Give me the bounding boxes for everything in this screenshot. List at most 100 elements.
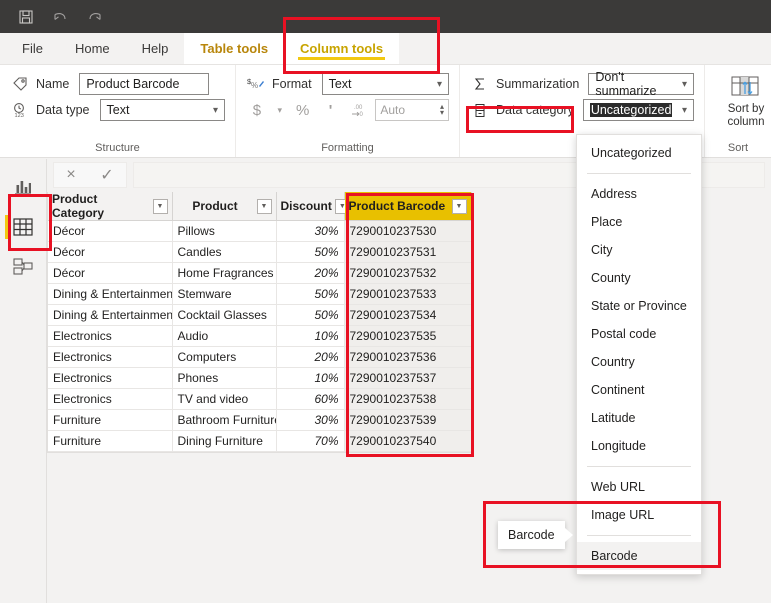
column-header-product-category[interactable]: Product Category ▼ <box>48 192 173 221</box>
undo-icon[interactable] <box>50 7 70 27</box>
tab-home[interactable]: Home <box>59 33 126 64</box>
table-row[interactable]: Décor Pillows 30% 7290010237530 <box>48 220 472 242</box>
table-cell[interactable]: Pillows <box>172 220 277 242</box>
table-cell[interactable]: 10% <box>276 367 345 389</box>
currency-chevron-down-icon[interactable]: ▾ <box>274 100 286 120</box>
table-cell[interactable]: Computers <box>172 346 277 368</box>
table-cell[interactable]: Audio <box>172 325 277 347</box>
tab-column-tools[interactable]: Column tools <box>284 33 400 64</box>
table-cell[interactable]: 30% <box>276 409 345 431</box>
table-row[interactable]: Furniture Bathroom Furniture 30% 7290010237… <box>48 409 472 431</box>
table-cell[interactable]: Candles <box>172 241 277 263</box>
table-row[interactable]: Furniture Dining Furniture 70% 729001023754… <box>48 430 472 452</box>
table-cell[interactable]: 7290010237536 <box>344 346 472 368</box>
menu-item-latitude[interactable]: Latitude <box>577 404 701 432</box>
table-row[interactable]: Electronics Computers 20% 7290010237536 <box>48 346 472 368</box>
table-cell[interactable]: Electronics <box>48 388 173 410</box>
decimals-stepper[interactable]: Auto ▴ ▾ <box>375 99 449 121</box>
table-cell[interactable]: 20% <box>276 346 345 368</box>
save-icon[interactable] <box>16 7 36 27</box>
table-cell[interactable]: 50% <box>276 241 345 263</box>
stepper-arrows-icon[interactable]: ▴ ▾ <box>440 103 444 117</box>
table-cell[interactable]: Electronics <box>48 346 173 368</box>
table-cell[interactable]: Electronics <box>48 325 173 347</box>
table-row[interactable]: Dining & Entertainment Stemware 50% 7290010… <box>48 283 472 305</box>
table-cell[interactable]: Home Fragrances <box>172 262 277 284</box>
table-cell[interactable]: 7290010237531 <box>344 241 472 263</box>
format-dropdown[interactable]: Text ▾ <box>321 73 449 95</box>
menu-item-country[interactable]: Country <box>577 348 701 376</box>
datatype-dropdown[interactable]: Text ▾ <box>99 99 225 121</box>
table-cell[interactable]: 7290010237537 <box>344 367 472 389</box>
menu-item-continent[interactable]: Continent <box>577 376 701 404</box>
table-cell[interactable]: 7290010237535 <box>344 325 472 347</box>
table-cell[interactable]: Décor <box>48 262 173 284</box>
table-cell[interactable]: Dining & Entertainment <box>48 283 173 305</box>
column-header-product-barcode[interactable]: Product Barcode ▼ <box>344 192 472 221</box>
table-cell[interactable]: Phones <box>172 367 277 389</box>
menu-item-uncategorized[interactable]: Uncategorized <box>577 139 701 167</box>
menu-item-city[interactable]: City <box>577 236 701 264</box>
table-cell[interactable]: Décor <box>48 220 173 242</box>
table-row[interactable]: Electronics Audio 10% 7290010237535 <box>48 325 472 347</box>
table-cell[interactable]: 30% <box>276 220 345 242</box>
menu-item-image-url[interactable]: Image URL <box>577 501 701 529</box>
table-row[interactable]: Electronics TV and video 60% 7290010237538 <box>48 388 472 410</box>
name-input[interactable]: Product Barcode <box>79 73 210 95</box>
confirm-icon[interactable]: ✓ <box>100 165 113 185</box>
table-cell[interactable]: Furniture <box>48 409 173 431</box>
menu-item-web-url[interactable]: Web URL <box>577 473 701 501</box>
data-category-dropdown[interactable]: Uncategorized ▾ <box>582 99 694 121</box>
tab-help[interactable]: Help <box>126 33 185 64</box>
table-cell[interactable]: 7290010237530 <box>344 220 472 242</box>
table-cell[interactable]: Dining & Entertainment <box>48 304 173 326</box>
table-cell[interactable]: Stemware <box>172 283 277 305</box>
cancel-icon[interactable]: × <box>66 166 75 184</box>
decimal-places-button[interactable]: .00 0 <box>348 100 370 120</box>
menu-item-postal-code[interactable]: Postal code <box>577 320 701 348</box>
table-cell[interactable]: 50% <box>276 304 345 326</box>
table-cell[interactable]: TV and video <box>172 388 277 410</box>
redo-icon[interactable] <box>84 7 104 27</box>
table-cell[interactable]: 7290010237532 <box>344 262 472 284</box>
menu-item-longitude[interactable]: Longitude <box>577 432 701 460</box>
column-header-product[interactable]: Product ▼ <box>172 192 277 221</box>
tab-table-tools[interactable]: Table tools <box>184 33 285 64</box>
table-cell[interactable]: Electronics <box>48 367 173 389</box>
table-cell[interactable]: 70% <box>276 430 345 452</box>
percent-button[interactable]: % <box>292 100 314 120</box>
table-cell[interactable]: Dining Furniture <box>172 430 277 452</box>
currency-button[interactable]: $ <box>246 100 268 120</box>
menu-item-address[interactable]: Address <box>577 180 701 208</box>
table-cell[interactable]: 10% <box>276 325 345 347</box>
table-cell[interactable]: 7290010237533 <box>344 283 472 305</box>
table-cell[interactable]: 7290010237538 <box>344 388 472 410</box>
table-cell[interactable]: 7290010237540 <box>344 430 472 452</box>
table-cell[interactable]: Furniture <box>48 430 173 452</box>
table-row[interactable]: Electronics Phones 10% 7290010237537 <box>48 367 472 389</box>
filter-icon[interactable]: ▼ <box>451 198 467 214</box>
table-cell[interactable]: Bathroom Furniture <box>172 409 277 431</box>
sidebar-item-report-view[interactable] <box>0 167 46 207</box>
tab-file[interactable]: File <box>6 33 59 64</box>
table-cell[interactable]: 7290010237534 <box>344 304 472 326</box>
table-row[interactable]: Dining & Entertainment Cocktail Glasses 50… <box>48 304 472 326</box>
sidebar-item-model-view[interactable] <box>0 247 46 287</box>
table-row[interactable]: Décor Candles 50% 7290010237531 <box>48 241 472 263</box>
data-category-menu[interactable]: Uncategorized Address Place City County State… <box>576 134 702 575</box>
filter-icon[interactable]: ▼ <box>152 198 168 214</box>
summarization-dropdown[interactable]: Don't summarize ▾ <box>588 70 694 98</box>
menu-item-place[interactable]: Place <box>577 208 701 236</box>
sort-by-column-button[interactable]: Sort by column <box>715 71 771 129</box>
table-cell[interactable]: 20% <box>276 262 345 284</box>
menu-item-county[interactable]: County <box>577 264 701 292</box>
table-cell[interactable]: 60% <box>276 388 345 410</box>
filter-icon[interactable]: ▼ <box>256 198 272 214</box>
table-cell[interactable]: Cocktail Glasses <box>172 304 277 326</box>
menu-item-barcode[interactable]: Barcode <box>577 542 701 570</box>
table-cell[interactable]: 7290010237539 <box>344 409 472 431</box>
table-row[interactable]: Décor Home Fragrances 20% 7290010237532 <box>48 262 472 284</box>
table-cell[interactable]: 50% <box>276 283 345 305</box>
menu-item-state-or-province[interactable]: State or Province <box>577 292 701 320</box>
column-header-discount[interactable]: Discount ▼ <box>276 192 350 221</box>
